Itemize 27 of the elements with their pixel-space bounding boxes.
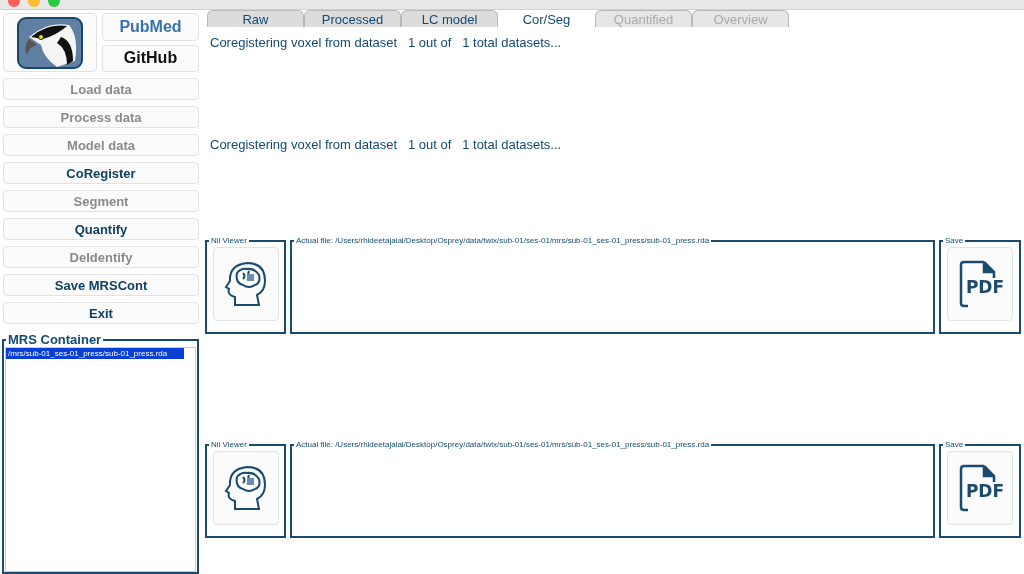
sidebar-button[interactable]: Exit <box>3 302 199 324</box>
tab[interactable]: Raw <box>207 10 304 27</box>
panel-title: MRS Container <box>7 332 103 347</box>
panel-title: Nii Viewer <box>210 236 248 245</box>
nii-viewer-button[interactable] <box>212 451 279 525</box>
head-brain-icon <box>222 259 269 309</box>
panel-title: Save <box>944 236 965 245</box>
list-item[interactable]: /mrs/sub-01_ses-01_press/sub-01_press.rda <box>6 348 184 359</box>
sidebar-button[interactable]: CoRegister <box>3 162 199 184</box>
save-pdf-button[interactable]: PDF <box>947 247 1013 321</box>
pubmed-link[interactable]: PubMed <box>102 13 199 41</box>
panel-title: Actual file: /Users/rhideetajalal/Desktop/Osprey/data/twix/sub-01/ses-01/mrs/sub-01_ses-01_press/sub-01_press.rda <box>295 236 711 245</box>
tab[interactable]: LC model <box>401 10 498 27</box>
status-text: Coregistering voxel from dataset 1 out of 1 total datasets... <box>209 34 563 52</box>
github-link[interactable]: GitHub <box>102 44 199 72</box>
panel-title: Actual file: /Users/rhideetajalal/Desktop/Osprey/data/twix/sub-01/ses-01/mrs/sub-01_ses-01_press/sub-01_press.rda <box>295 440 711 449</box>
head-brain-icon <box>222 463 269 513</box>
nii-viewer-button[interactable] <box>212 247 279 321</box>
status-text: Coregistering voxel from dataset 1 out of 1 total datasets... <box>209 136 563 154</box>
sidebar-button[interactable]: Quantify <box>3 218 199 240</box>
panel-title: Nii Viewer <box>210 440 248 449</box>
osprey-logo-button[interactable] <box>3 13 97 72</box>
sidebar-button[interactable]: Save MRSCont <box>3 274 199 296</box>
panel-title: Save <box>944 440 965 449</box>
tab[interactable]: Processed <box>304 10 401 27</box>
osprey-logo-icon <box>17 16 83 69</box>
save-pdf-button[interactable]: PDF <box>947 451 1013 525</box>
